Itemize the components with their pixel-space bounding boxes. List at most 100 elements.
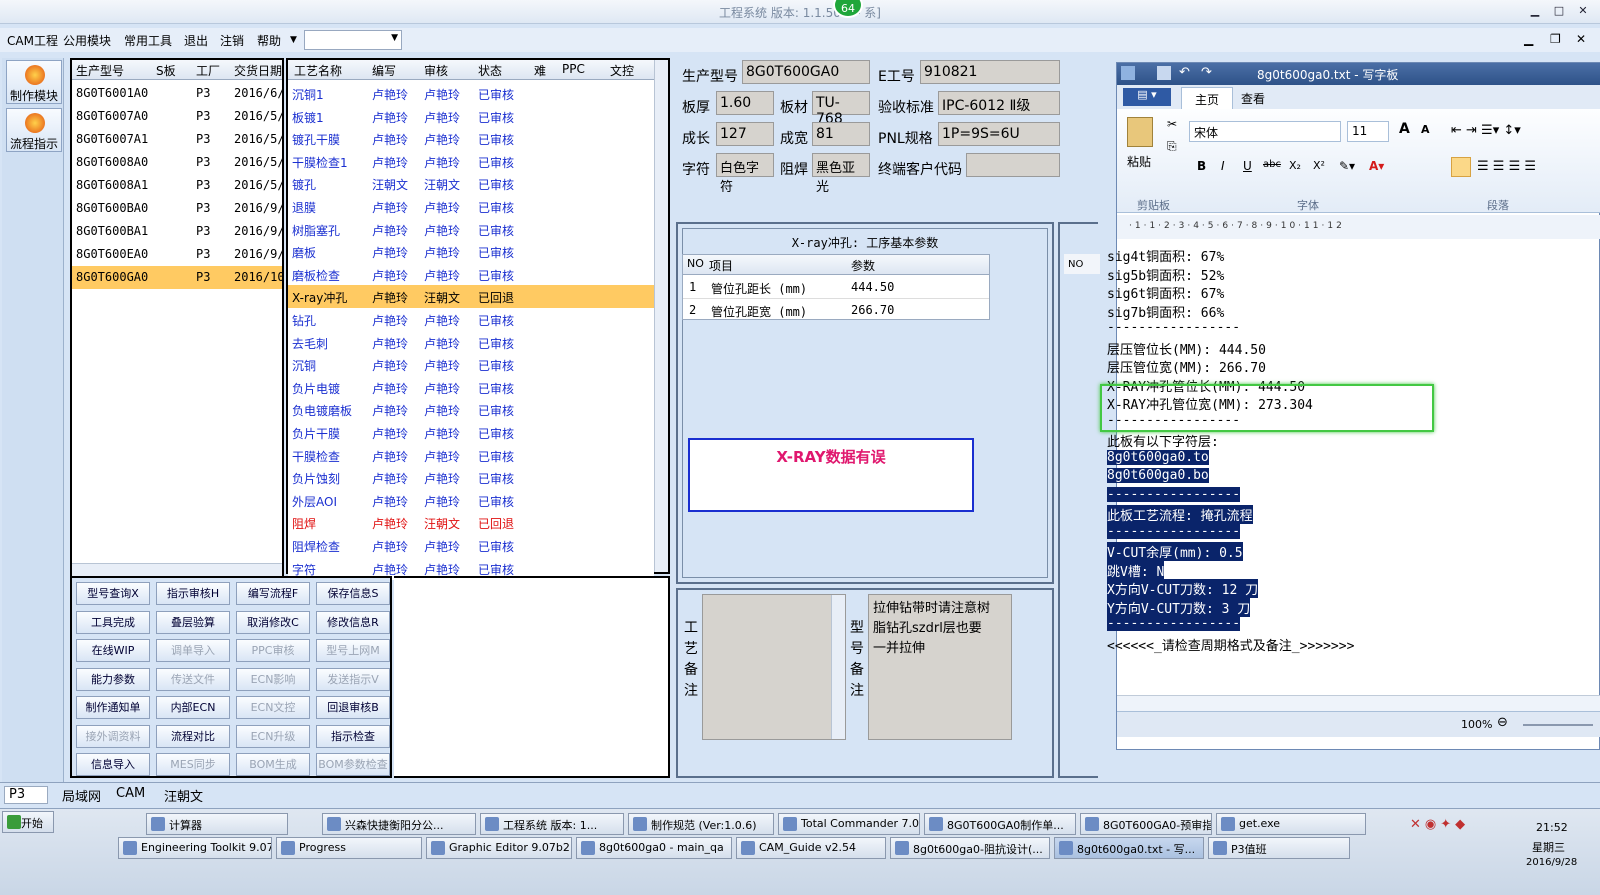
indent-icons[interactable]: ⇤ ⇥ ☰▾ ↕▾ (1451, 123, 1521, 138)
table-row[interactable]: 镀孔干膜 卢艳玲 卢艳玲 已审核 (288, 127, 654, 151)
action-button[interactable]: 型号上网M (316, 639, 390, 662)
taskbar-item[interactable]: 制作规范 (Ver:1.0.6) (628, 813, 774, 835)
col-model[interactable]: 生产型号 (76, 62, 124, 79)
paste-icon[interactable] (1127, 117, 1153, 147)
material-field[interactable]: TU-768 (812, 91, 870, 127)
model-remark-field[interactable]: 拉伸钻带时请注意树脂钻孔szdrl层也要一并拉伸 (868, 594, 1012, 740)
table-row[interactable]: 干膜检查 卢艳玲 卢艳玲 已审核 (288, 443, 654, 467)
action-button[interactable]: 传送文件 (156, 667, 230, 691)
action-button[interactable]: PPC审核 (236, 639, 310, 662)
action-button[interactable]: BOM参数检查 (316, 753, 390, 776)
col-process-name[interactable]: 工艺名称 (294, 62, 342, 79)
table-row[interactable]: 负片电镀 卢艳玲 卢艳玲 已审核 (288, 375, 654, 399)
action-button[interactable]: 接外调资料 (76, 724, 150, 748)
taskbar-item[interactable]: 计算器 (146, 813, 288, 835)
standard-field[interactable]: IPC-6012 Ⅱ级 (938, 91, 1060, 115)
taskbar-item[interactable]: 8G0T600GA0制作单... (924, 813, 1076, 835)
align-icons[interactable]: ☰ ☰ ☰ ☰ (1477, 159, 1536, 174)
taskbar-item[interactable]: CAM_Guide v2.54 (736, 837, 886, 859)
font-size-select[interactable]: 11 (1347, 121, 1389, 142)
col-difficulty[interactable]: 难 (534, 62, 546, 79)
table-row[interactable]: 阻焊检查 卢艳玲 卢艳玲 已审核 (288, 534, 654, 557)
menu-help[interactable]: 帮助 (257, 32, 281, 49)
superscript-icon[interactable]: X² (1313, 159, 1325, 172)
taskbar-item[interactable]: 8g0t600ga0-阻抗设计(... (890, 837, 1050, 859)
zoom-slider[interactable] (1523, 724, 1593, 726)
paste-label[interactable]: 粘贴 (1127, 153, 1151, 170)
process-remark-scrollbar[interactable] (831, 595, 845, 739)
taskbar-item[interactable]: Graphic Editor 9.07b2 (... (426, 837, 572, 859)
action-button[interactable]: ECN升级 (236, 724, 310, 748)
action-button[interactable]: 工具完成 (76, 610, 150, 634)
taskbar-item[interactable]: 8G0T600GA0-预审指... (1080, 813, 1212, 835)
menu-exit[interactable]: 退出 (184, 32, 208, 49)
col-factory[interactable]: 工厂 (196, 62, 220, 79)
taskbar-item[interactable]: 8g0t600ga0 - main_qa (576, 837, 732, 859)
length-field[interactable]: 127 (716, 122, 774, 146)
xray-row[interactable]: 2 管位孔距宽 (mm) 266.70 (683, 299, 989, 322)
close-icon[interactable]: ✕ (1574, 3, 1592, 19)
underline-icon[interactable]: U (1243, 159, 1252, 173)
action-button[interactable]: 取消修改C (236, 610, 310, 634)
table-row[interactable]: X-ray冲孔 卢艳玲 汪朝文 已回退 (288, 285, 654, 309)
col-writer[interactable]: 编写 (372, 62, 396, 79)
table-row[interactable]: 8G0T600EA0 P3 2016/9/ (72, 243, 285, 266)
bold-icon[interactable]: B (1197, 159, 1206, 173)
table-row[interactable]: 树脂塞孔 卢艳玲 卢艳玲 已审核 (288, 217, 654, 241)
taskbar-item[interactable]: P3值班 (1208, 837, 1350, 859)
table-row[interactable]: 负片蚀刻 卢艳玲 卢艳玲 已审核 (288, 466, 654, 490)
taskbar-item[interactable]: Progress (276, 837, 422, 859)
pnl-field[interactable]: 1P=9S=6U (938, 122, 1060, 146)
action-button[interactable]: 信息导入 (76, 753, 150, 776)
minimize-icon[interactable]: ▁ (1526, 3, 1544, 19)
taskbar-item[interactable]: 兴森快捷衡阳分公... (322, 813, 476, 835)
grow-font-icon[interactable]: A (1399, 121, 1410, 137)
table-row[interactable]: 负片干膜 卢艳玲 卢艳玲 已审核 (288, 421, 654, 444)
mdi-close-icon[interactable]: ✕ (1576, 32, 1586, 46)
taskbar-item[interactable]: Engineering Toolkit 9.07... (118, 837, 272, 859)
menu-combo-box[interactable]: ▼ (304, 30, 402, 50)
italic-icon[interactable]: I (1221, 159, 1225, 173)
action-button[interactable]: 能力参数 (76, 667, 150, 691)
table-row[interactable]: 外层AOI 卢艳玲 卢艳玲 已审核 (288, 488, 654, 512)
highlight-icon[interactable]: ✎▾ (1339, 159, 1355, 173)
action-button[interactable]: 指示审核H (156, 582, 230, 605)
table-row[interactable]: 干膜检查1 卢艳玲 卢艳玲 已审核 (288, 149, 654, 173)
customer-code-field[interactable] (966, 153, 1060, 177)
col-delivery[interactable]: 交货日期 (234, 62, 282, 79)
action-button[interactable]: 制作通知单 (76, 696, 150, 719)
action-button[interactable]: 流程对比 (156, 724, 230, 748)
menu-cam[interactable]: CAM工程 (7, 32, 58, 49)
action-button[interactable]: 叠层验算 (156, 610, 230, 634)
action-button[interactable]: 内部ECN (156, 696, 230, 719)
start-button[interactable]: 开始 (2, 811, 54, 833)
maximize-icon[interactable]: □ (1550, 3, 1568, 19)
thickness-field[interactable]: 1.60 (716, 91, 774, 115)
table-row[interactable]: 板镀1 卢艳玲 卢艳玲 已审核 (288, 104, 654, 128)
menu-tools[interactable]: 常用工具 (124, 32, 172, 49)
xray-row[interactable]: 1 管位孔距长 (mm) 444.50 (683, 276, 989, 299)
menu-logout[interactable]: 注销 (220, 32, 244, 49)
taskbar-item[interactable]: 8g0t600ga0.txt - 写... (1054, 837, 1204, 859)
shrink-font-icon[interactable]: A (1421, 123, 1430, 136)
process-vscrollbar[interactable] (654, 60, 668, 572)
save-icon[interactable] (1157, 66, 1171, 80)
table-row[interactable]: 磨板检查 卢艳玲 卢艳玲 已审核 (288, 262, 654, 286)
zoom-out-icon[interactable]: ⊖ (1497, 715, 1508, 730)
font-family-select[interactable]: 宋体 (1189, 121, 1341, 142)
action-button[interactable]: 在线WIP (76, 639, 150, 662)
menu-public[interactable]: 公用模块 (63, 32, 111, 49)
redo-icon[interactable]: ↷ (1201, 65, 1212, 80)
table-row[interactable]: 磨板 卢艳玲 卢艳玲 已审核 (288, 240, 654, 264)
action-button[interactable]: ECN影响 (236, 667, 310, 691)
width-field[interactable]: 81 (812, 122, 870, 146)
tab-home[interactable]: 主页 (1181, 87, 1233, 109)
mask-field[interactable]: 黑色亚光 (812, 153, 870, 195)
table-row[interactable]: 沉铜 卢艳玲 卢艳玲 已审核 (288, 353, 654, 377)
table-row[interactable]: 负电镀磨板 卢艳玲 卢艳玲 已审核 (288, 398, 654, 422)
table-row[interactable]: 8G0T6008A0 P3 2016/5/ (72, 151, 285, 174)
align-left-icon[interactable] (1451, 157, 1471, 177)
action-button[interactable]: BOM生成 (236, 753, 310, 776)
eno-field[interactable]: 910821 (920, 60, 1060, 84)
table-row[interactable]: 沉铜1 卢艳玲 卢艳玲 已审核 (288, 82, 654, 105)
